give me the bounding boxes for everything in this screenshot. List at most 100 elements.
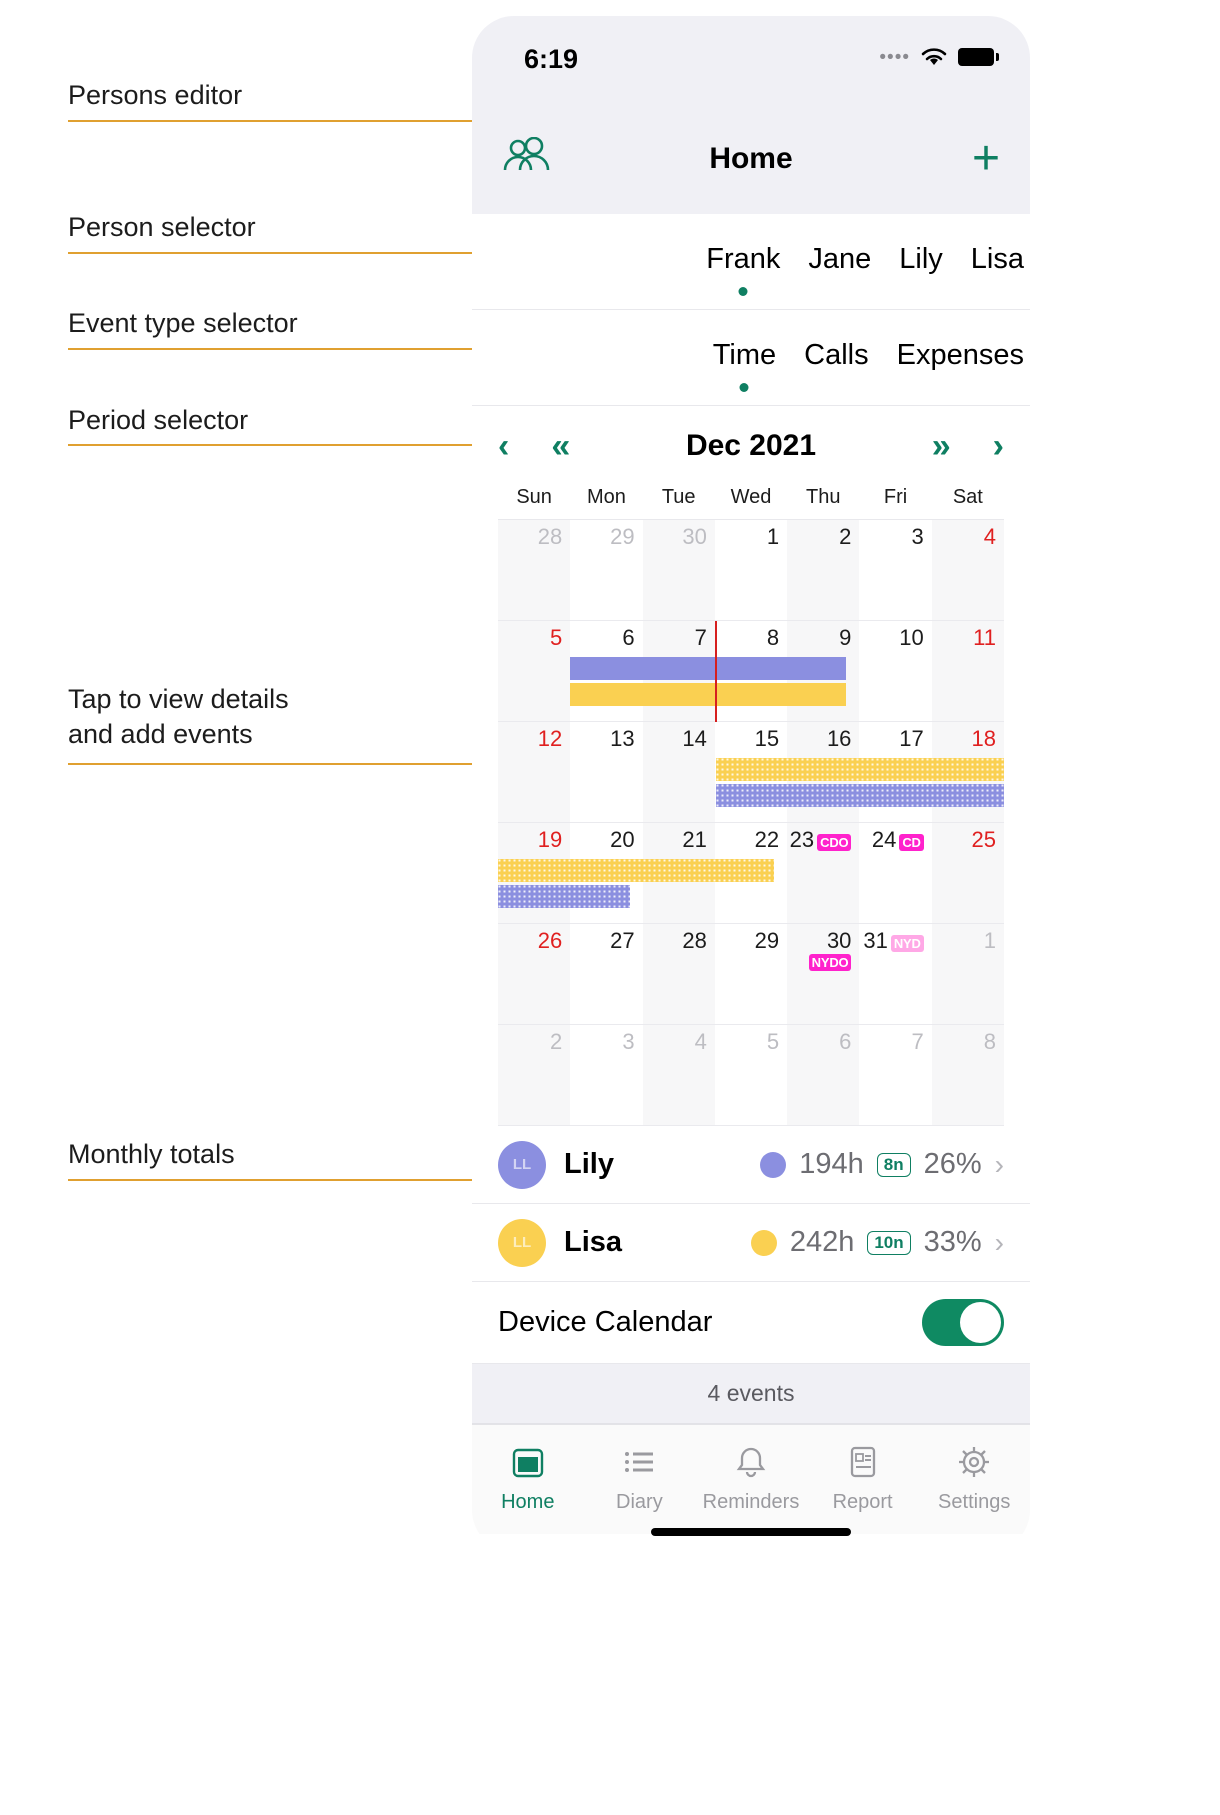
day-number: 5 xyxy=(766,1029,780,1054)
calendar-day-cell[interactable]: 30NYDO xyxy=(787,924,860,1024)
calendar-day-cell[interactable]: 27 xyxy=(570,924,642,1024)
day-number: 28 xyxy=(682,928,707,953)
day-number: 14 xyxy=(682,726,707,751)
day-number: 13 xyxy=(610,726,635,751)
event-bar[interactable] xyxy=(498,885,630,908)
chevron-right-icon[interactable]: › xyxy=(995,1228,1004,1257)
status-indicators: •••• xyxy=(879,46,999,68)
device-calendar-toggle[interactable] xyxy=(922,1299,1004,1346)
report-icon xyxy=(846,1445,880,1484)
calendar-day-cell[interactable]: 12 xyxy=(498,722,571,822)
add-event-button[interactable]: + xyxy=(972,135,1000,183)
wifi-icon xyxy=(921,48,947,65)
holiday-badge: NYD xyxy=(890,935,924,953)
tab-home[interactable]: Home xyxy=(472,1445,584,1514)
tab-report[interactable]: Report xyxy=(807,1445,919,1514)
calendar-day-cell[interactable]: 3 xyxy=(859,520,931,620)
calendar-week: 26 27 28 29 30NYDO 31 NYD 1 xyxy=(498,924,1004,1025)
weekday-header: Sun Mon Tue Wed Thu Fri Sat xyxy=(472,486,1030,519)
calendar-day-cell[interactable]: 4 xyxy=(931,520,1004,620)
day-number: 10 xyxy=(899,625,924,650)
nights-pill: 8n xyxy=(876,1152,911,1177)
calendar-day-cell[interactable]: 3 xyxy=(570,1025,642,1125)
calendar-day-cell[interactable]: 24 CD xyxy=(859,823,931,923)
avatar: LL xyxy=(498,1140,546,1189)
tab-reminders[interactable]: Reminders xyxy=(695,1445,807,1514)
tab-bar[interactable]: Home Diary Reminders Report Settings xyxy=(472,1424,1030,1534)
event-type-selector[interactable]: Time Calls Expenses xyxy=(472,310,1030,406)
calendar-grid[interactable]: 28 29 30 1 2 3 4 5 6 7 8 9 10 11 12 13 14 15 16 17 18 19 20 21 2… xyxy=(498,519,1004,1126)
calendar-day-cell[interactable]: 1 xyxy=(931,924,1004,1024)
chevron-double-left-icon[interactable]: « xyxy=(551,429,570,463)
day-number: 4 xyxy=(694,1029,707,1054)
chevron-double-right-icon[interactable]: » xyxy=(932,429,951,463)
person-item-lisa[interactable]: Lisa xyxy=(971,243,1024,280)
event-bar[interactable] xyxy=(570,683,847,706)
persons-icon[interactable] xyxy=(502,136,550,182)
person-item-jane[interactable]: Jane xyxy=(808,243,871,280)
calendar-day-cell[interactable]: 5 xyxy=(498,621,571,721)
person-item-frank[interactable]: Frank xyxy=(706,243,780,280)
total-row[interactable]: LL Lisa 242h 10n 33% › xyxy=(472,1204,1030,1282)
event-bar[interactable] xyxy=(498,859,775,882)
calendar-day-cell[interactable]: 4 xyxy=(642,1025,715,1125)
holiday-badge: NYDO xyxy=(808,954,852,972)
chevron-left-icon[interactable]: ‹ xyxy=(498,429,509,463)
calendar-day-cell[interactable]: 14 xyxy=(642,722,715,822)
day-number: 5 xyxy=(550,625,563,650)
calendar-day-cell[interactable]: 26 xyxy=(498,924,571,1024)
calendar-day-cell[interactable]: 13 xyxy=(570,722,642,822)
calendar-day-cell[interactable]: 5 xyxy=(715,1025,787,1125)
tab-diary[interactable]: Diary xyxy=(584,1445,696,1514)
annotation-label: Monthly totals xyxy=(68,1139,235,1169)
total-row[interactable]: LL Lily 194h 8n 26% › xyxy=(472,1126,1030,1204)
person-selector[interactable]: Frank Jane Lily Lisa xyxy=(472,214,1030,310)
calendar-day-cell[interactable]: 11 xyxy=(931,621,1004,721)
annotation-label: Persons editor xyxy=(68,80,243,110)
device-calendar-row[interactable]: Device Calendar xyxy=(472,1282,1030,1364)
battery-full-icon xyxy=(958,48,999,66)
day-number: 20 xyxy=(610,827,635,852)
chevron-right-icon[interactable]: › xyxy=(993,429,1004,463)
day-number: 21 xyxy=(682,827,707,852)
calendar-day-cell[interactable]: 28 xyxy=(642,924,715,1024)
event-type-item-calls[interactable]: Calls xyxy=(804,339,868,376)
day-number: 29 xyxy=(610,524,635,549)
calendar-day-cell[interactable]: 10 xyxy=(859,621,931,721)
monthly-totals: LL Lily 194h 8n 26% › LL Lisa 242h 10n 33% › xyxy=(472,1126,1030,1282)
calendar-day-cell[interactable]: 29 xyxy=(570,520,642,620)
calendar-day-cell[interactable]: 31 NYD xyxy=(859,924,931,1024)
annotation-label: Event type selector xyxy=(68,308,298,338)
event-type-item-expenses[interactable]: Expenses xyxy=(897,339,1024,376)
calendar-day-cell[interactable]: 25 xyxy=(931,823,1004,923)
day-number: 23 xyxy=(789,827,815,852)
calendar-day-cell[interactable]: 29 xyxy=(715,924,787,1024)
event-bar[interactable] xyxy=(716,758,1004,781)
calendar-day-cell[interactable]: 30 xyxy=(642,520,715,620)
person-item-lily[interactable]: Lily xyxy=(899,243,943,280)
calendar-day-cell[interactable]: 7 xyxy=(859,1025,931,1125)
total-percent: 33% xyxy=(923,1226,982,1258)
day-number: 30 xyxy=(826,928,852,953)
tab-label: Settings xyxy=(938,1491,1011,1513)
tab-settings[interactable]: Settings xyxy=(918,1445,1030,1514)
day-number: 29 xyxy=(754,928,780,953)
day-number: 7 xyxy=(911,1029,924,1054)
calendar-day-cell[interactable]: 2 xyxy=(787,520,860,620)
calendar-day-cell[interactable]: 28 xyxy=(498,520,571,620)
device-calendar-label: Device Calendar xyxy=(498,1306,713,1338)
chevron-right-icon[interactable]: › xyxy=(995,1150,1004,1179)
event-bar[interactable] xyxy=(570,657,847,680)
event-type-item-time[interactable]: Time xyxy=(713,339,776,376)
phone-screen: 6:19 •••• Home + Frank Jane Lily Lisa Time C… xyxy=(472,16,1030,1552)
event-bar[interactable] xyxy=(716,784,1004,807)
calendar-day-cell[interactable]: 8 xyxy=(931,1025,1004,1125)
annotation-label: Period selector xyxy=(68,405,249,435)
calendar-day-cell[interactable]: 23 CDO xyxy=(787,823,860,923)
annotation-leader-line xyxy=(68,444,520,446)
annotation-leader-line xyxy=(68,1179,508,1181)
calendar-day-cell[interactable]: 6 xyxy=(787,1025,860,1125)
calendar-day-cell[interactable]: 1 xyxy=(715,520,787,620)
tab-label: Diary xyxy=(616,1491,663,1513)
calendar-day-cell[interactable]: 2 xyxy=(498,1025,571,1125)
